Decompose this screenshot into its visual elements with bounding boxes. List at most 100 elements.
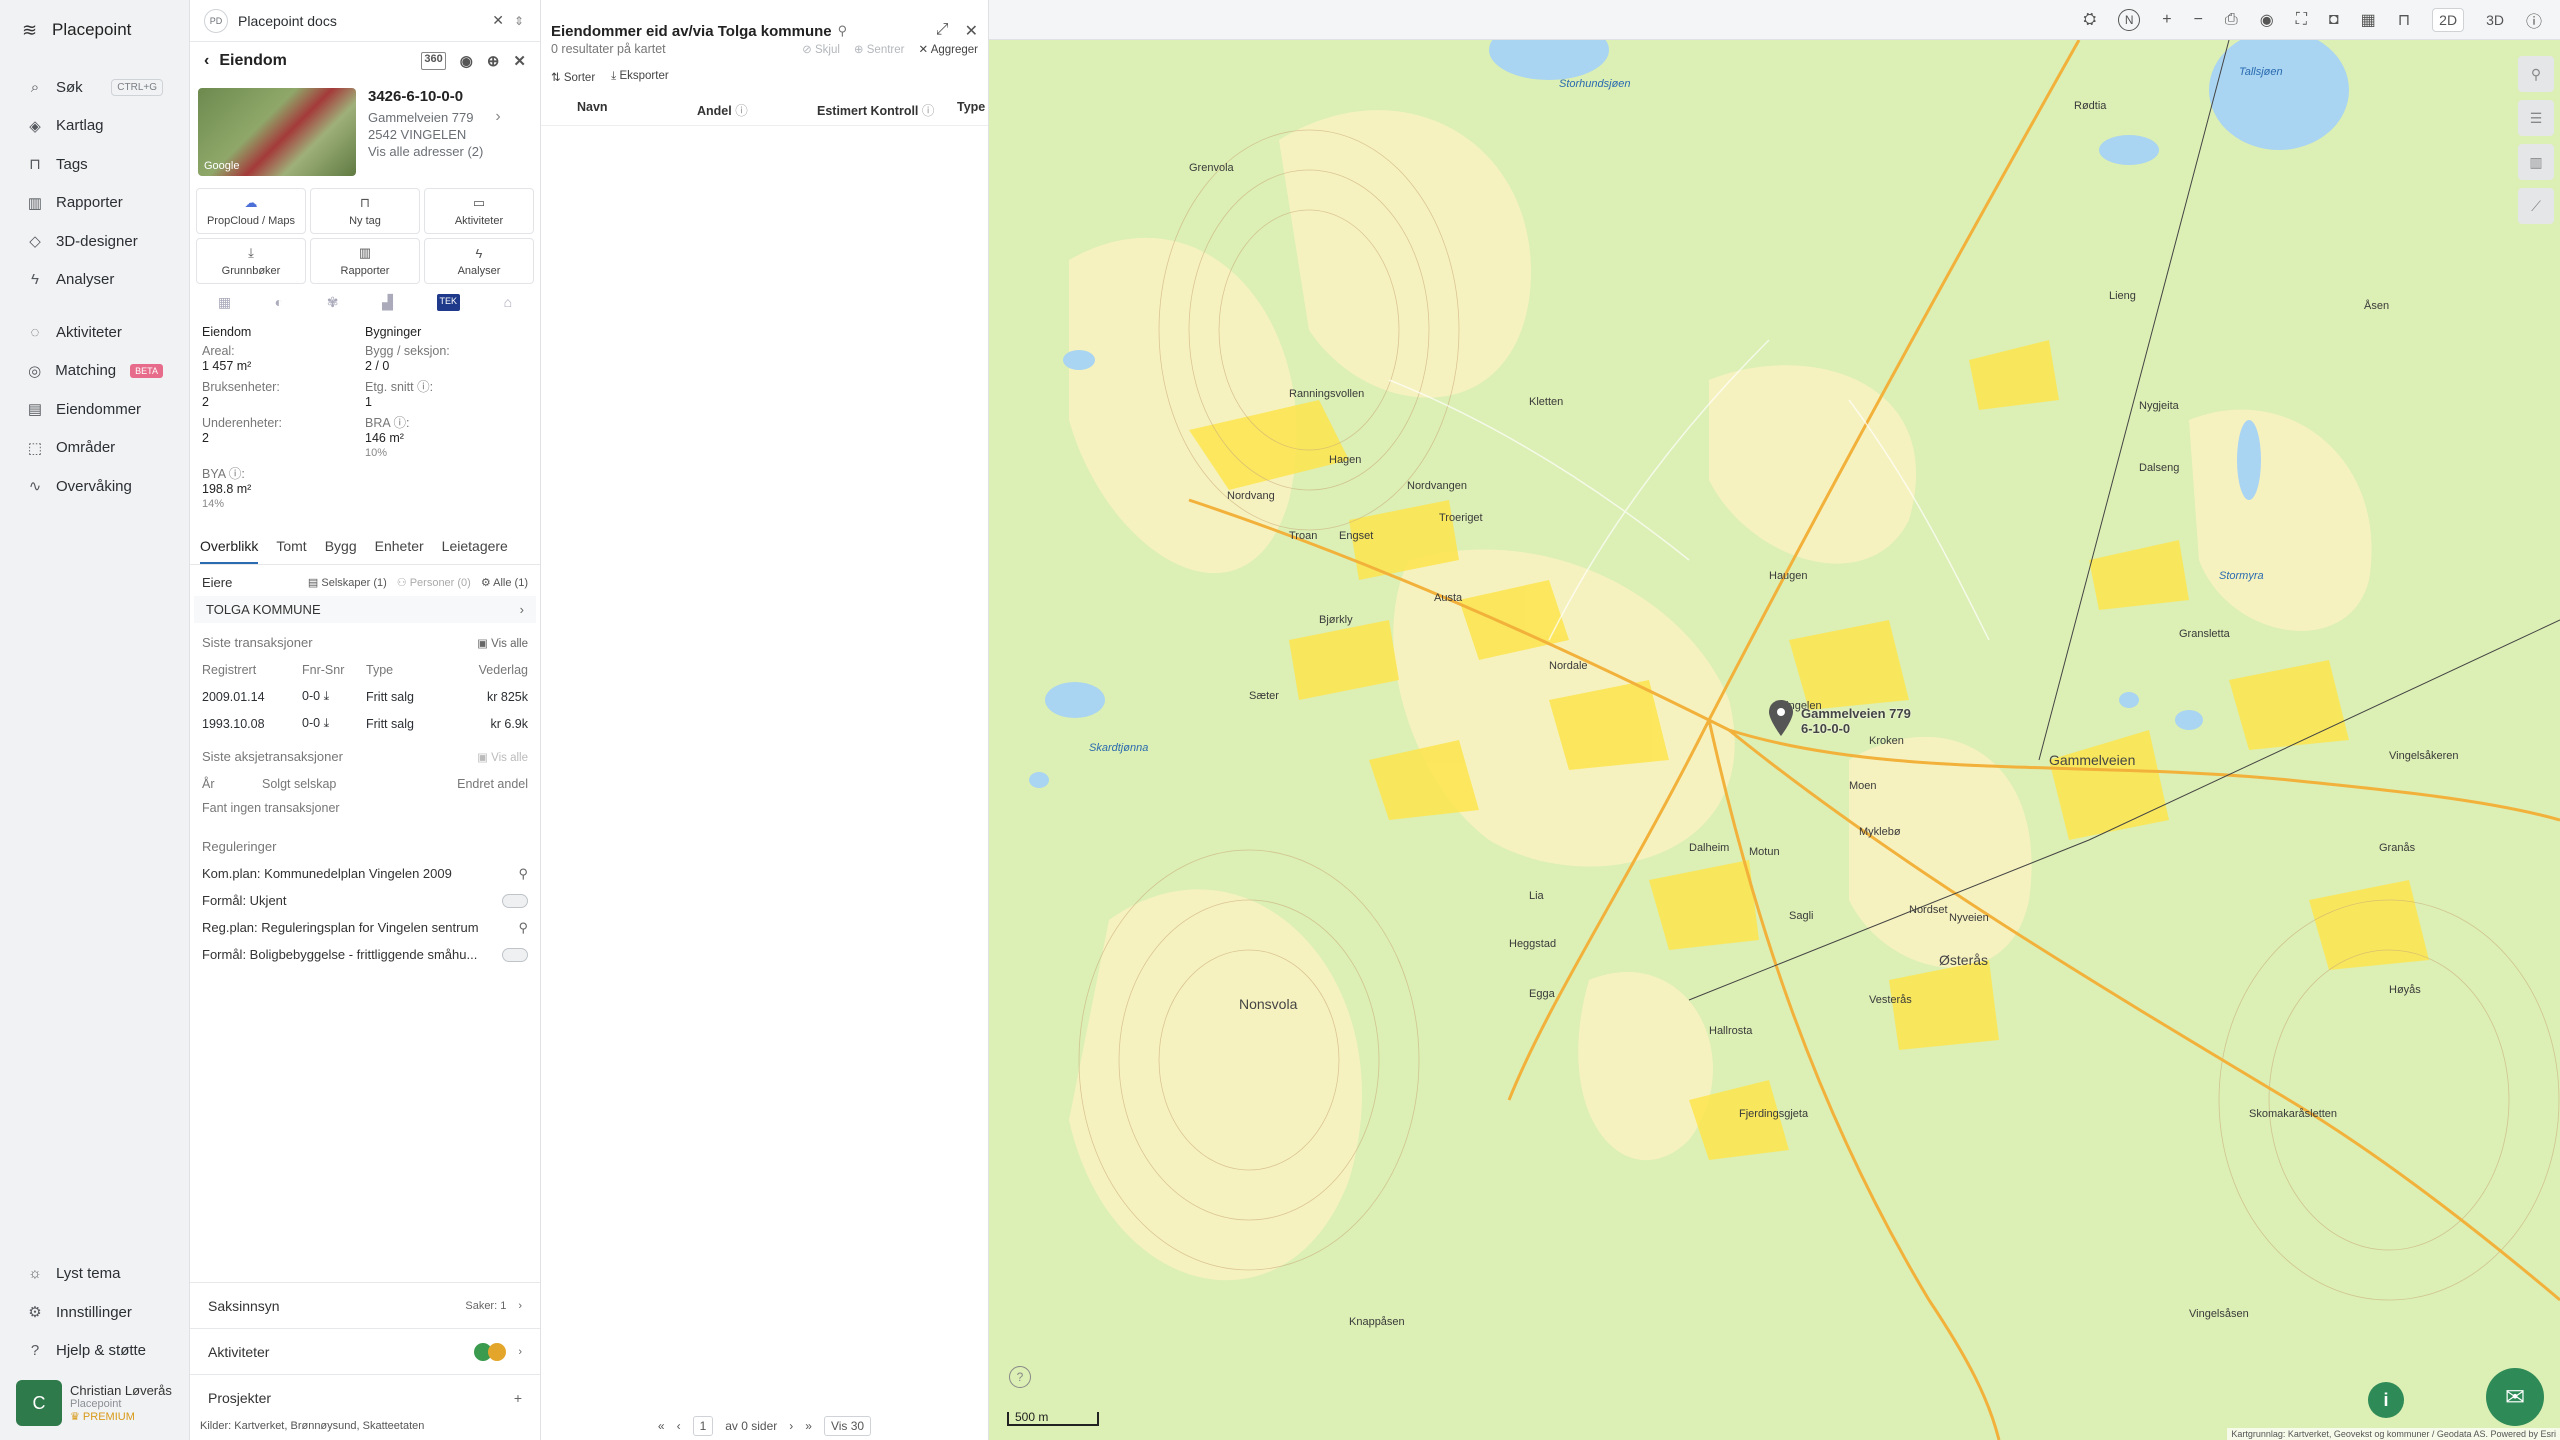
add-icon[interactable]: ⊕: [487, 52, 500, 70]
first-page-icon[interactable]: «: [658, 1419, 665, 1433]
measure-tool-icon[interactable]: ☰: [2518, 100, 2554, 136]
map-view[interactable]: Grenvola Ranningsvollen Kletten Hagen Nordva…: [989, 0, 2560, 1440]
show-all-share-tx[interactable]: ▣ Vis alle: [477, 750, 528, 764]
link-icon[interactable]: ⚲: [518, 866, 528, 882]
close-icon[interactable]: ✕: [513, 52, 526, 70]
filter-all[interactable]: ⚙ Alle (1): [481, 576, 528, 589]
chevron-right-icon[interactable]: ›: [495, 108, 500, 176]
download-icon[interactable]: ⤓: [324, 716, 330, 730]
mode-2d-button[interactable]: 2D: [2432, 7, 2465, 32]
chat-button[interactable]: ✉: [2486, 1368, 2544, 1426]
camera-icon[interactable]: ◘: [2329, 11, 2339, 29]
globe-icon[interactable]: ◐: [275, 294, 283, 311]
print-icon[interactable]: ⎙: [2225, 11, 2238, 29]
sidebar-item-eiendommer[interactable]: ▤ Eiendommer: [0, 390, 189, 429]
sidebar-item-overvaking[interactable]: ∿ Overvåking: [0, 467, 189, 506]
sidebar-item-sok[interactable]: ⌕ Søk CTRL+G: [0, 68, 189, 107]
grid-icon[interactable]: ▦: [2361, 10, 2376, 30]
propcloud-button[interactable]: ☁ PropCloud / Maps: [196, 188, 306, 234]
center-button[interactable]: ⊕ Sentrer: [854, 42, 905, 56]
saksinnsyn-section[interactable]: Saksinnsyn Saker: 1 ›: [190, 1282, 540, 1328]
location-pin-icon[interactable]: [1769, 700, 1793, 736]
tab-tomt[interactable]: Tomt: [276, 530, 306, 564]
aktiviteter-section[interactable]: Aktiviteter ›: [190, 1328, 540, 1374]
help-icon[interactable]: ?: [1009, 1366, 1031, 1388]
sidebar-item-lyst-tema[interactable]: ☼ Lyst tema: [0, 1255, 189, 1294]
city-icon[interactable]: ▟: [382, 294, 393, 311]
zoom-in-icon[interactable]: +: [2162, 11, 2171, 29]
clear-icon[interactable]: ✕: [492, 12, 504, 29]
show-all-transactions[interactable]: ▣ Vis alle: [477, 636, 528, 650]
column-header-andel[interactable]: Andel ⓘ: [697, 100, 817, 119]
export-button[interactable]: ⤓ Eksporter: [611, 70, 669, 84]
brand[interactable]: ≋ Placepoint: [0, 0, 189, 60]
activities-button[interactable]: ▭ Aktiviteter: [424, 188, 534, 234]
home-icon[interactable]: ⌂: [504, 294, 512, 311]
link-icon[interactable]: ⚲: [518, 920, 528, 936]
download-icon[interactable]: ⤓: [324, 689, 330, 703]
column-header-kontroll[interactable]: Estimert Kontroll ⓘ: [817, 100, 957, 119]
plant-icon[interactable]: ✾: [327, 294, 339, 311]
sidebar-item-analyser[interactable]: ϟ Analyser: [0, 261, 189, 300]
grunnboker-button[interactable]: ⤓ Grunnbøker: [196, 238, 306, 284]
prosjekter-section[interactable]: Prosjekter +: [190, 1374, 540, 1420]
street-view-photo[interactable]: Google: [198, 88, 356, 176]
layers-icon[interactable]: ⛭: [2083, 11, 2096, 29]
tab-leietagere[interactable]: Leietagere: [442, 530, 508, 564]
sidebar-item-rapporter[interactable]: ▥ Rapporter: [0, 184, 189, 223]
table-row[interactable]: 1993.10.08 0-0 ⤓ Fritt salg kr 6.9k: [202, 710, 528, 737]
layer-toggle[interactable]: [502, 947, 528, 962]
chevron-updown-icon[interactable]: ⇕: [514, 14, 524, 28]
zoom-out-icon[interactable]: −: [2194, 11, 2203, 29]
eye-icon[interactable]: ◉: [2260, 10, 2274, 30]
layer-toggle[interactable]: [502, 893, 528, 908]
sidebar-item-aktiviteter[interactable]: ◌ Aktiviteter: [0, 313, 189, 352]
all-addresses-link[interactable]: Vis alle adresser (2): [368, 143, 483, 160]
filter-persons[interactable]: ⚇ Personer (0): [397, 576, 471, 589]
hide-button[interactable]: ⊘ Skjul: [802, 42, 840, 56]
sidebar-item-matching[interactable]: ◎ Matching BETA: [0, 352, 189, 391]
bookmark-icon[interactable]: ⊓: [2398, 10, 2410, 30]
new-tag-button[interactable]: ⊓ Ny tag: [310, 188, 420, 234]
compass-icon[interactable]: N: [2118, 8, 2141, 31]
owner-row[interactable]: TOLGA KOMMUNE ›: [194, 596, 536, 623]
link-icon[interactable]: ⚲: [838, 23, 848, 39]
workspace-bar[interactable]: PD Placepoint docs ✕ ⇕: [190, 0, 540, 42]
id-card-icon[interactable]: 360: [421, 52, 446, 70]
close-icon[interactable]: ✕: [965, 21, 978, 41]
tab-overblikk[interactable]: Overblikk: [200, 530, 259, 564]
back-icon[interactable]: ‹: [204, 52, 209, 70]
next-page-icon[interactable]: ›: [789, 1419, 793, 1433]
tab-enheter[interactable]: Enheter: [375, 530, 424, 564]
user-card[interactable]: C Christian Løverås Placepoint ♛ PREMIUM: [16, 1380, 172, 1426]
info-icon[interactable]: ⓘ: [2526, 8, 2542, 32]
eye-icon[interactable]: ◉: [460, 52, 473, 70]
column-header[interactable]: Navn: [577, 100, 697, 119]
page-input[interactable]: 1: [692, 1416, 714, 1436]
select-tool-icon[interactable]: ⚲: [2518, 56, 2554, 92]
sidebar-item-innstillinger[interactable]: ⚙ Innstillinger: [0, 1293, 189, 1332]
tab-bygg[interactable]: Bygg: [325, 530, 357, 564]
plus-icon[interactable]: +: [514, 1390, 522, 1406]
chart-tool-icon[interactable]: ▥: [2518, 144, 2554, 180]
sort-button[interactable]: ⇅ Sorter: [551, 70, 595, 84]
sidebar-item-hjelp[interactable]: ? Hjelp & støtte: [0, 1332, 189, 1371]
analyses-button[interactable]: ϟ Analyser: [424, 238, 534, 284]
reports-button[interactable]: ▥ Rapporter: [310, 238, 420, 284]
fullscreen-icon[interactable]: ⛶: [2296, 11, 2307, 29]
expand-icon[interactable]: ⤢: [936, 21, 949, 41]
regulation-row[interactable]: Kom.plan: Kommunedelplan Vingelen 2009 ⚲: [190, 860, 540, 887]
page-size-select[interactable]: Vis 30: [823, 1416, 872, 1436]
info-button[interactable]: i: [2368, 1382, 2404, 1418]
sidebar-item-omrader[interactable]: ⬚ Områder: [0, 429, 189, 468]
aggregate-button[interactable]: ✕ Aggreger: [918, 42, 978, 56]
property-info[interactable]: 3426-6-10-0-0 Gammelveien 779 2542 VINGE…: [368, 88, 483, 176]
sidebar-item-kartlag[interactable]: ◈ Kartlag: [0, 107, 189, 146]
prev-page-icon[interactable]: ‹: [677, 1419, 681, 1433]
mode-3d-button[interactable]: 3D: [2486, 12, 2504, 28]
profile-tool-icon[interactable]: ⟋: [2518, 188, 2554, 224]
sidebar-item-3d-designer[interactable]: ◇ 3D-designer: [0, 222, 189, 261]
sidebar-item-tags[interactable]: ⊓ Tags: [0, 145, 189, 184]
last-page-icon[interactable]: »: [805, 1419, 812, 1433]
filter-companies[interactable]: ▤ Selskaper (1): [308, 576, 387, 589]
